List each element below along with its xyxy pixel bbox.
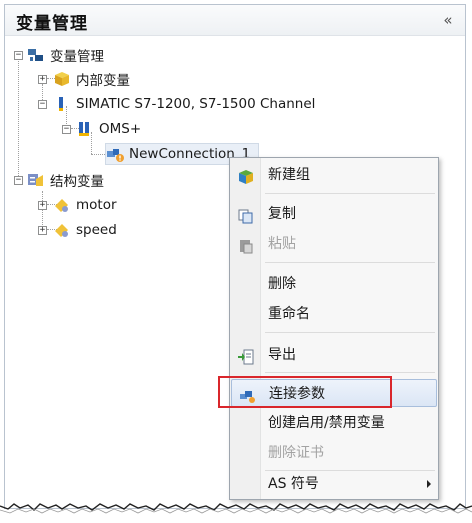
menu-item-rename[interactable]: 重命名 — [231, 300, 437, 328]
menu-item-export[interactable]: 导出 — [231, 341, 437, 369]
menu-item-label: 新建组 — [268, 167, 310, 183]
collapse-toggle[interactable]: − — [14, 51, 23, 60]
struct-icon — [27, 172, 45, 188]
tree-item-internal-tags[interactable]: 内部变量 — [53, 68, 130, 90]
menu-item-copy[interactable]: 复制 — [231, 200, 437, 228]
new-group-icon — [238, 167, 254, 184]
tree-label: SIMATIC S7-1200, S7-1500 Channel — [76, 96, 316, 112]
torn-edge-decoration — [0, 503, 472, 514]
tree-label: 内部变量 — [76, 73, 130, 89]
menu-item-label: 创建启用/禁用变量 — [268, 415, 385, 431]
tree-label: speed — [76, 222, 117, 238]
expand-toggle[interactable]: + — [38, 226, 47, 235]
menu-separator — [265, 332, 435, 333]
menu-item-new-group[interactable]: 新建组 — [231, 161, 437, 189]
struct-icon — [53, 222, 71, 238]
context-menu: 新建组 复制 粘贴 删除 重命名 导出 连接参数 创建启用/禁用变量 删除证书 … — [229, 157, 439, 500]
paste-icon — [238, 236, 254, 254]
menu-item-label: 复制 — [268, 206, 296, 222]
panel-header: 变量管理 « — [5, 5, 465, 36]
tree-item-speed[interactable]: speed — [53, 219, 117, 241]
tree-item-tag-management[interactable]: 变量管理 — [27, 44, 104, 66]
tree-item-channel[interactable]: SIMATIC S7-1200, S7-1500 Channel — [53, 93, 315, 115]
menu-item-label: AS 符号 — [268, 476, 319, 492]
submenu-arrow-icon — [427, 480, 431, 488]
yellow-cube-icon — [53, 71, 71, 87]
collapse-button[interactable]: « — [439, 11, 457, 29]
menu-item-delete[interactable]: 删除 — [231, 270, 437, 298]
tree-label: 变量管理 — [50, 49, 104, 65]
network-icon — [27, 47, 45, 63]
channel-icon — [76, 121, 94, 137]
tree-item-oms[interactable]: OMS+ — [76, 118, 141, 140]
menu-item-create-enable-tags[interactable]: 创建启用/禁用变量 — [231, 409, 437, 437]
export-icon — [238, 347, 254, 365]
menu-item-paste[interactable]: 粘贴 — [231, 230, 437, 258]
menu-item-label: 导出 — [268, 347, 296, 363]
channel-icon — [53, 96, 71, 112]
menu-item-label: 粘贴 — [268, 236, 296, 252]
tree-label: OMS+ — [99, 121, 142, 137]
menu-separator — [265, 262, 435, 263]
menu-item-label: 删除证书 — [268, 445, 324, 461]
panel-title: 变量管理 — [16, 14, 88, 34]
tree-label: motor — [76, 197, 117, 213]
copy-icon — [238, 206, 254, 224]
menu-separator — [265, 372, 435, 373]
highlight-box — [218, 376, 392, 408]
menu-separator — [265, 193, 435, 194]
menu-item-label: 重命名 — [268, 306, 310, 322]
collapse-toggle[interactable]: − — [14, 176, 23, 185]
tree-item-struct-tags[interactable]: 结构变量 — [27, 169, 104, 191]
expand-toggle[interactable]: + — [38, 75, 47, 84]
menu-item-delete-cert[interactable]: 删除证书 — [231, 439, 437, 467]
menu-item-label: 删除 — [268, 276, 296, 292]
tree-label: 结构变量 — [50, 174, 104, 190]
connection-warning-icon — [106, 146, 124, 162]
struct-icon — [53, 197, 71, 213]
expand-toggle[interactable]: + — [38, 201, 47, 210]
tree-item-motor[interactable]: motor — [53, 194, 117, 216]
menu-item-as-symbol[interactable]: AS 符号 — [231, 470, 437, 498]
collapse-toggle[interactable]: − — [38, 100, 47, 109]
collapse-toggle[interactable]: − — [62, 125, 71, 134]
